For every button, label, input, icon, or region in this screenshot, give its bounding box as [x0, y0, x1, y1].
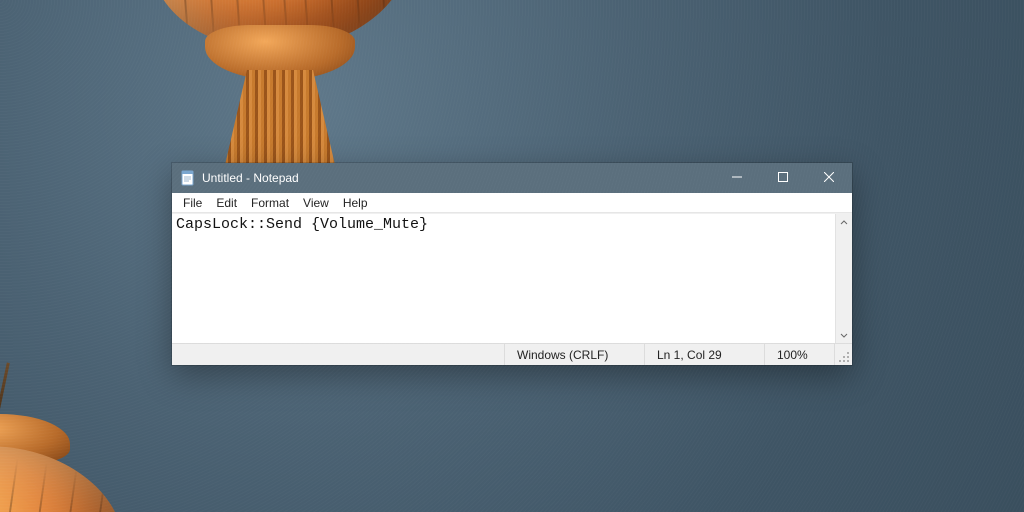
close-icon	[824, 171, 834, 185]
status-encoding: Windows (CRLF)	[504, 344, 644, 365]
status-zoom: 100%	[764, 344, 834, 365]
wallpaper-lantern	[150, 0, 410, 50]
status-caret-position: Ln 1, Col 29	[644, 344, 764, 365]
menu-help[interactable]: Help	[336, 195, 375, 211]
minimize-button[interactable]	[714, 163, 760, 193]
resize-grip-icon[interactable]	[834, 344, 852, 365]
scrollbar-track[interactable]	[836, 231, 852, 326]
statusbar: Windows (CRLF) Ln 1, Col 29 100%	[172, 343, 852, 365]
menu-edit[interactable]: Edit	[209, 195, 244, 211]
editor-area	[172, 213, 852, 343]
maximize-icon	[778, 171, 788, 185]
text-editor[interactable]	[172, 214, 835, 343]
desktop-background: Untitled - Notepad File Edit Format	[0, 0, 1024, 512]
notepad-icon	[180, 170, 196, 186]
wallpaper-lantern	[0, 442, 130, 512]
window-title: Untitled - Notepad	[202, 171, 299, 185]
close-button[interactable]	[806, 163, 852, 193]
menu-view[interactable]: View	[296, 195, 336, 211]
vertical-scrollbar[interactable]	[835, 214, 852, 343]
notepad-window: Untitled - Notepad File Edit Format	[172, 163, 852, 365]
menubar: File Edit Format View Help	[172, 193, 852, 213]
menu-file[interactable]: File	[176, 195, 209, 211]
chevron-down-icon[interactable]	[836, 326, 852, 343]
maximize-button[interactable]	[760, 163, 806, 193]
titlebar[interactable]: Untitled - Notepad	[172, 163, 852, 193]
chevron-up-icon[interactable]	[836, 214, 852, 231]
menu-format[interactable]: Format	[244, 195, 296, 211]
minimize-icon	[732, 171, 742, 185]
